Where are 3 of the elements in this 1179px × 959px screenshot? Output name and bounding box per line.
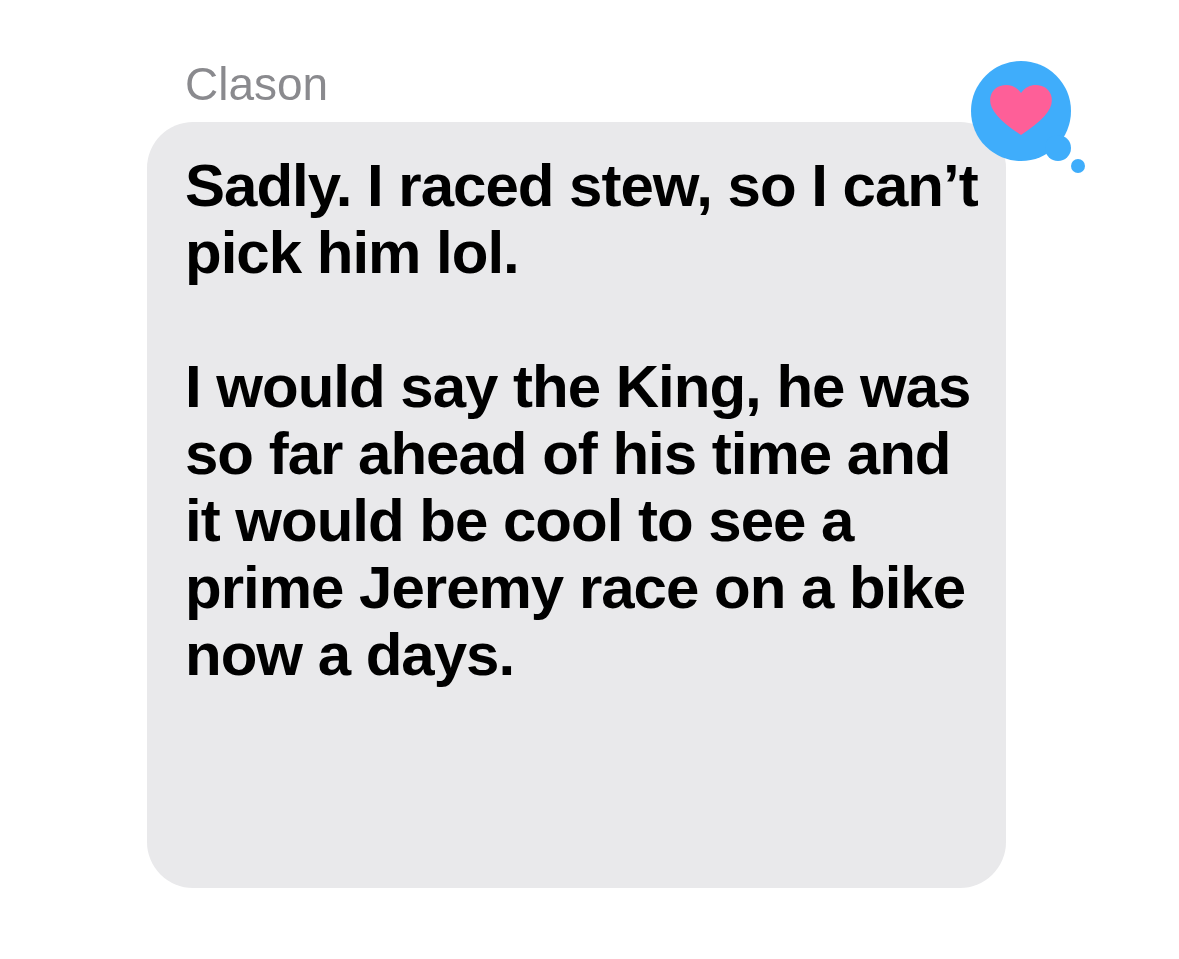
message-text: I would say the King, he was so far ahead of his time and it would be cool to see a prime Jeremy race on a bike now a days.	[185, 353, 972, 688]
sender-name: Clason	[185, 58, 330, 110]
message-text: Sadly. I raced stew, so I can’t pick him lol.	[185, 152, 979, 286]
